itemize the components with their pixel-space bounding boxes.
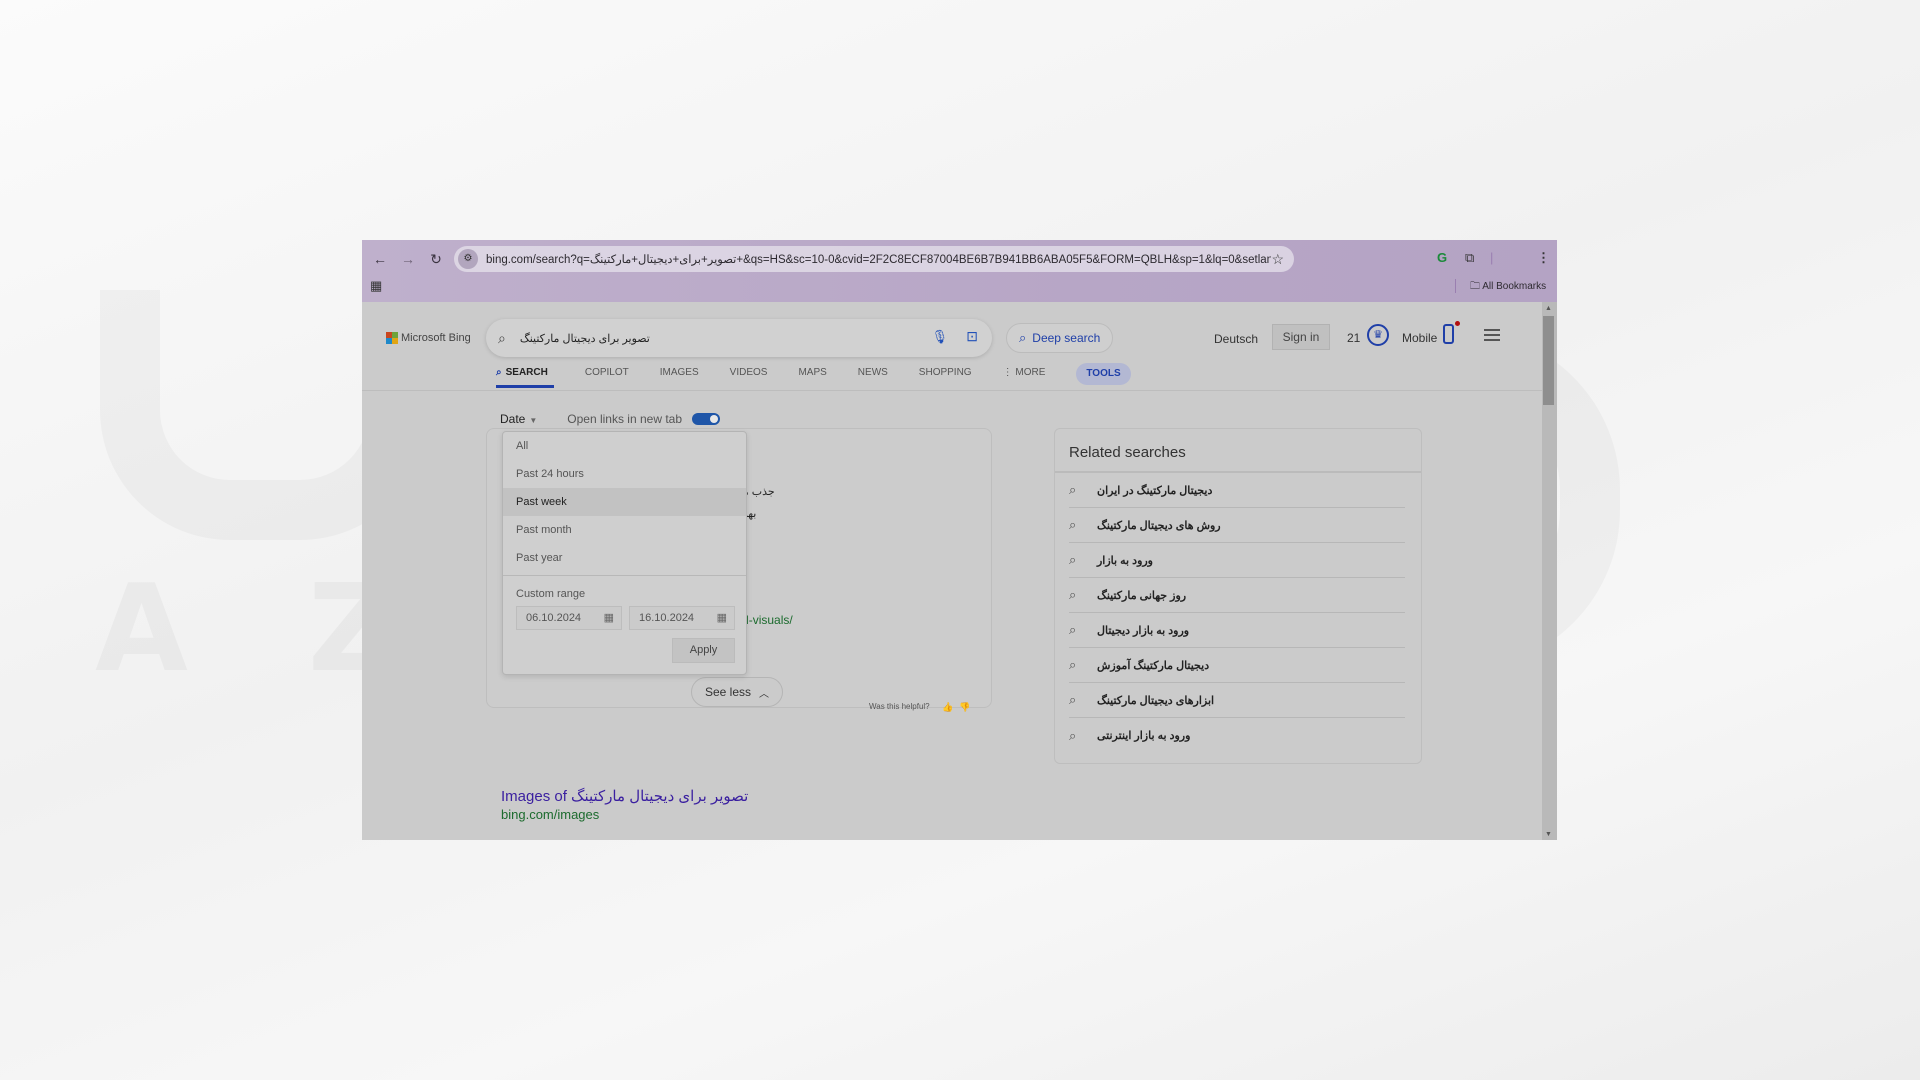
tab-news[interactable]: NEWS <box>858 364 888 388</box>
mobile-link[interactable]: Mobile <box>1402 331 1437 345</box>
scrollbar-thumb[interactable] <box>1543 316 1554 405</box>
back-icon[interactable]: ← <box>366 251 394 267</box>
search-query-text[interactable]: تصویر برای دیجیتال مارکتینگ <box>520 332 650 345</box>
microsoft-logo-icon <box>386 332 398 344</box>
tab-shopping[interactable]: SHOPPING <box>919 364 972 388</box>
from-date-input[interactable]: 06.10.2024 ▦ <box>516 606 622 630</box>
mobile-phone-icon[interactable] <box>1443 324 1454 344</box>
date-filter-dropdown[interactable]: Date ▼ <box>500 412 537 426</box>
related-search-item[interactable]: ⌕ دیجیتال مارکتینگ در ایران <box>1069 473 1405 508</box>
related-search-item[interactable]: ⌕ ابزارهای دیجیتال مارکتینگ <box>1069 683 1405 718</box>
calendar-icon[interactable]: ▦ <box>604 607 614 629</box>
scroll-up-arrow-icon[interactable]: ▲ <box>1545 305 1552 312</box>
deep-search-icon: ⌕ <box>1019 330 1027 345</box>
images-section-url[interactable]: bing.com/images <box>501 807 599 822</box>
chevron-up-icon: ︿ <box>759 688 770 700</box>
search-icon: ⌕ <box>1069 692 1077 707</box>
to-date-input[interactable]: 16.10.2024 ▦ <box>629 606 735 630</box>
search-icon: ⌕ <box>1069 622 1077 637</box>
date-option-past-month[interactable]: Past month <box>503 516 746 544</box>
address-bar[interactable]: ⚙ bing.com/search?q=تصویر+برای+دیجیتال+م… <box>454 246 1294 272</box>
related-searches-panel: Related searches ⌕ دیجیتال مارکتینگ در ای… <box>1054 428 1422 764</box>
date-option-past-week[interactable]: Past week <box>503 488 746 516</box>
search-icon: ⌕ <box>1069 517 1077 532</box>
search-icon: ⌕ <box>496 367 502 378</box>
language-link[interactable]: Deutsch <box>1214 332 1258 346</box>
forward-icon[interactable]: → <box>394 251 422 267</box>
all-bookmarks-button[interactable]: 🗀 All Bookmarks <box>1470 279 1546 296</box>
thumbs-down-icon[interactable]: 👎 <box>959 702 970 713</box>
see-less-button[interactable]: See less ︿ <box>691 677 783 707</box>
hamburger-menu-icon[interactable] <box>1484 329 1500 344</box>
related-search-item[interactable]: ⌕ دیجیتال مارکتینگ آموزش <box>1069 648 1405 683</box>
search-tabs: ⌕ SEARCH COPILOT IMAGES VIDEOS MAPS NEWS … <box>496 363 1162 388</box>
page-scrollbar[interactable]: ▲ ▼ <box>1542 302 1557 840</box>
extensions-icon[interactable]: ⧉ <box>1465 250 1474 266</box>
related-search-item[interactable]: ⌕ ورود به بازار <box>1069 543 1405 578</box>
sign-in-button[interactable]: Sign in <box>1272 324 1330 350</box>
tab-copilot[interactable]: COPILOT <box>585 364 629 388</box>
tab-tools[interactable]: TOOLS <box>1076 363 1131 385</box>
tab-more[interactable]: ⋮ MORE <box>1003 364 1046 388</box>
apps-grid-icon[interactable]: ▦ <box>370 278 382 294</box>
tab-maps[interactable]: MAPS <box>798 364 826 388</box>
calendar-icon[interactable]: ▦ <box>717 607 727 629</box>
search-input[interactable]: ⌕ تصویر برای دیجیتال مارکتینگ 🎙 ⊡ <box>486 319 992 357</box>
more-dots-icon: ⋮ <box>1002 367 1016 378</box>
search-icon: ⌕ <box>1069 552 1077 567</box>
notification-dot <box>1455 321 1460 326</box>
scroll-down-arrow-icon[interactable]: ▼ <box>1545 831 1552 838</box>
reload-icon[interactable]: ↻ <box>422 251 450 268</box>
related-search-item[interactable]: ⌕ ورود به بازار اینترنتی <box>1069 718 1405 753</box>
related-search-item[interactable]: ⌕ روز جهانی مارکتینگ <box>1069 578 1405 613</box>
thumbs-up-icon[interactable]: 👍 <box>942 702 953 713</box>
apply-button[interactable]: Apply <box>672 638 735 663</box>
open-links-label: Open links in new tab <box>567 412 683 426</box>
search-icon: ⌕ <box>1069 482 1077 497</box>
folder-icon: 🗀 <box>1470 281 1483 292</box>
search-icon: ⌕ <box>1069 657 1077 672</box>
date-option-past-year[interactable]: Past year <box>503 544 746 572</box>
rewards-points: 21 <box>1347 331 1361 345</box>
date-option-all[interactable]: All <box>503 432 746 460</box>
date-filter-menu: All Past 24 hours Past week Past month P… <box>502 431 747 675</box>
related-searches-title: Related searches <box>1069 444 1186 461</box>
date-option-past-24-hours[interactable]: Past 24 hours <box>503 460 746 488</box>
visual-search-icon[interactable]: ⊡ <box>966 328 978 345</box>
helpful-label: Was this helpful? <box>869 702 930 711</box>
caret-down-icon: ▼ <box>529 416 538 425</box>
tab-videos[interactable]: VIDEOS <box>730 364 768 388</box>
related-search-item[interactable]: ⌕ ورود به بازار دیجیتال <box>1069 613 1405 648</box>
filter-bar: Date ▼ Open links in new tab <box>500 412 721 426</box>
tab-search[interactable]: ⌕ SEARCH <box>496 364 554 388</box>
tab-images[interactable]: IMAGES <box>660 364 699 388</box>
browser-menu-icon[interactable]: ⋮ <box>1537 250 1550 266</box>
images-section-title[interactable]: Images of تصویر برای دیجیتال مارکتینگ <box>501 787 748 805</box>
search-icon: ⌕ <box>1069 587 1077 602</box>
grammarly-extension-icon[interactable]: G <box>1437 250 1447 265</box>
bookmarks-divider <box>1455 279 1456 293</box>
browser-window: ← → ↻ ⚙ bing.com/search?q=تصویر+برای+دیج… <box>362 240 1557 840</box>
bing-results-page: Microsoft Bing ⌕ تصویر برای دیجیتال مارک… <box>362 302 1542 840</box>
search-icon: ⌕ <box>498 329 506 346</box>
tabs-divider <box>362 390 1542 391</box>
toolbar-divider: | <box>1490 250 1494 265</box>
search-icon: ⌕ <box>1069 727 1077 743</box>
site-info-icon[interactable]: ⚙ <box>458 249 478 269</box>
open-links-toggle[interactable] <box>692 413 721 425</box>
url-text[interactable]: bing.com/search?q=تصویر+برای+دیجیتال+مار… <box>486 252 1271 266</box>
microphone-icon[interactable]: 🎙 <box>931 329 948 345</box>
rewards-trophy-icon[interactable]: ♛ <box>1367 324 1389 346</box>
deep-search-button[interactable]: ⌕ Deep search <box>1006 323 1114 353</box>
custom-range-label: Custom range <box>516 588 586 600</box>
bookmark-star-icon[interactable]: ☆ <box>1271 251 1284 268</box>
browser-toolbar: ← → ↻ ⚙ bing.com/search?q=تصویر+برای+دیج… <box>362 240 1557 302</box>
bing-logo[interactable]: Microsoft Bing <box>386 332 471 344</box>
related-search-item[interactable]: ⌕ روش های دیجیتال مارکتینگ <box>1069 508 1405 543</box>
